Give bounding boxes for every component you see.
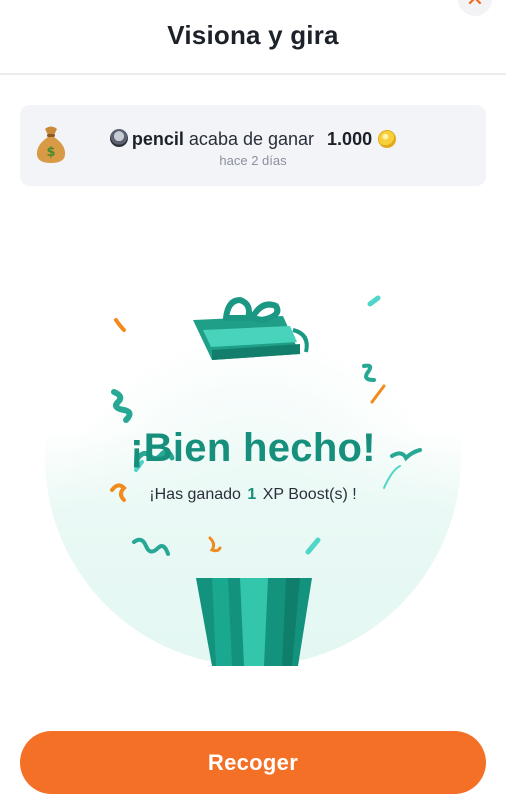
- reward-subtitle-suffix: XP Boost(s) !: [262, 486, 357, 503]
- reward-count: 1: [247, 486, 257, 503]
- reward-subtitle: ¡Has ganado 1 XP Boost(s) !: [0, 486, 506, 504]
- reward-illustration: [110, 295, 422, 666]
- reward-headline: ¡Bien hecho!: [130, 426, 376, 470]
- gift-box-icon: [196, 578, 312, 666]
- reward-subtitle-prefix: ¡Has ganado: [149, 486, 241, 503]
- gift-lid-icon: [193, 296, 309, 360]
- collect-button[interactable]: Recoger: [20, 731, 486, 794]
